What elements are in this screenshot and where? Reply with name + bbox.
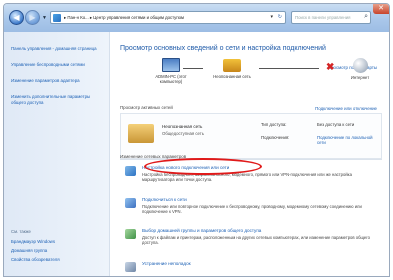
disconnected-x-icon: ✖ xyxy=(326,62,335,73)
search-input[interactable]: Поиск в панели управления ⌕ xyxy=(291,11,371,24)
homegroup-icon xyxy=(125,229,136,239)
title-bar: ◀ ▶ ▼ ▸ Пан-н Ко... ▸ Центр управления с… xyxy=(4,4,389,32)
back-button[interactable]: ◀ xyxy=(9,10,24,25)
task-description: Настройка беспроводного, широкополосного… xyxy=(142,172,352,183)
computer-icon xyxy=(162,58,180,72)
task-link[interactable]: Устранение неполадок xyxy=(142,261,191,266)
connect-disconnect-link[interactable]: Подключение или отключение xyxy=(315,106,377,111)
network-label: Неопознанная сеть xyxy=(213,74,251,79)
task-description: Подключение или повторное подключение к … xyxy=(142,204,362,215)
map-internet[interactable]: Интернет xyxy=(345,58,375,80)
map-link-line xyxy=(183,68,203,69)
active-network-panel: Неопознанная сеть Общедоступная сеть Тип… xyxy=(120,113,382,159)
connect-network-icon xyxy=(125,198,136,208)
sidebar-item-wireless[interactable]: Управление беспроводными сетями xyxy=(11,62,103,68)
computer-label: ADMIN-PC (этот компьютер) xyxy=(155,74,187,84)
sidebar-item-sharing[interactable]: Изменить дополнительные параметры общего… xyxy=(11,94,103,106)
sidebar: Панель управления - домашняя страница Уп… xyxy=(4,32,110,276)
map-link-line-broken xyxy=(259,68,319,69)
address-dropdown-icon[interactable]: ▾ xyxy=(270,14,273,20)
sidebar-item-internet-options[interactable]: Свойства обозревателя xyxy=(11,257,103,263)
close-button[interactable]: ✕ xyxy=(373,4,389,14)
task-description: Доступ к файлам и принтерам, расположенн… xyxy=(142,235,370,246)
map-computer[interactable]: ADMIN-PC (этот компьютер) xyxy=(151,58,191,84)
sidebar-item-firewall[interactable]: Брандмауэр Windows xyxy=(11,239,103,245)
troubleshoot-icon xyxy=(125,262,136,272)
bench-network-icon xyxy=(223,59,241,72)
globe-icon xyxy=(352,58,368,73)
sidebar-item-homegroup[interactable]: Домашняя группа xyxy=(11,248,103,254)
new-connection-icon xyxy=(125,166,136,176)
access-type-value: Без доступа к сети xyxy=(317,122,355,127)
breadcrumb[interactable]: ▸ Пан-н Ко... ▸ Центр управления сетями … xyxy=(64,15,184,21)
address-bar[interactable]: ▸ Пан-н Ко... ▸ Центр управления сетями … xyxy=(50,11,286,24)
recent-pages-dropdown-icon[interactable]: ▼ xyxy=(42,16,47,21)
sidebar-item-home[interactable]: Панель управления - домашняя страница xyxy=(11,46,103,52)
task-link[interactable]: Настройка нового подключения или сети xyxy=(142,165,229,170)
map-network[interactable]: Неопознанная сеть xyxy=(203,58,261,79)
network-name: Неопознанная сеть xyxy=(162,124,203,129)
internet-label: Интернет xyxy=(350,75,370,80)
task-link[interactable]: Подключиться к сети xyxy=(142,197,187,202)
forward-button[interactable]: ▶ xyxy=(25,10,40,25)
connection-link[interactable]: Подключение по локальной сети xyxy=(317,135,377,145)
network-center-window: ◀ ▶ ▼ ▸ Пан-н Ко... ▸ Центр управления с… xyxy=(3,3,390,277)
network-type-link[interactable]: Общедоступная сеть xyxy=(162,131,204,136)
sidebar-item-adapter[interactable]: Изменение параметров адаптера xyxy=(11,78,103,84)
bench-network-icon xyxy=(128,124,154,143)
access-type-label: Тип доступа: xyxy=(261,122,287,127)
search-placeholder: Поиск в панели управления xyxy=(295,15,351,20)
task-link[interactable]: Выбор домашней группы и параметров общег… xyxy=(142,228,261,233)
main-content: Просмотр основных сведений о сети и наст… xyxy=(111,32,389,276)
section-divider xyxy=(120,159,382,160)
connections-label: Подключения: xyxy=(261,135,290,140)
control-panel-icon xyxy=(53,14,61,22)
see-also-heading: См. также xyxy=(11,229,31,234)
search-icon[interactable]: ⌕ xyxy=(364,13,368,21)
active-networks-heading: Просмотр активных сетей xyxy=(120,105,173,110)
page-title: Просмотр основных сведений о сети и наст… xyxy=(120,45,326,52)
refresh-icon[interactable]: ↻ xyxy=(278,14,282,20)
